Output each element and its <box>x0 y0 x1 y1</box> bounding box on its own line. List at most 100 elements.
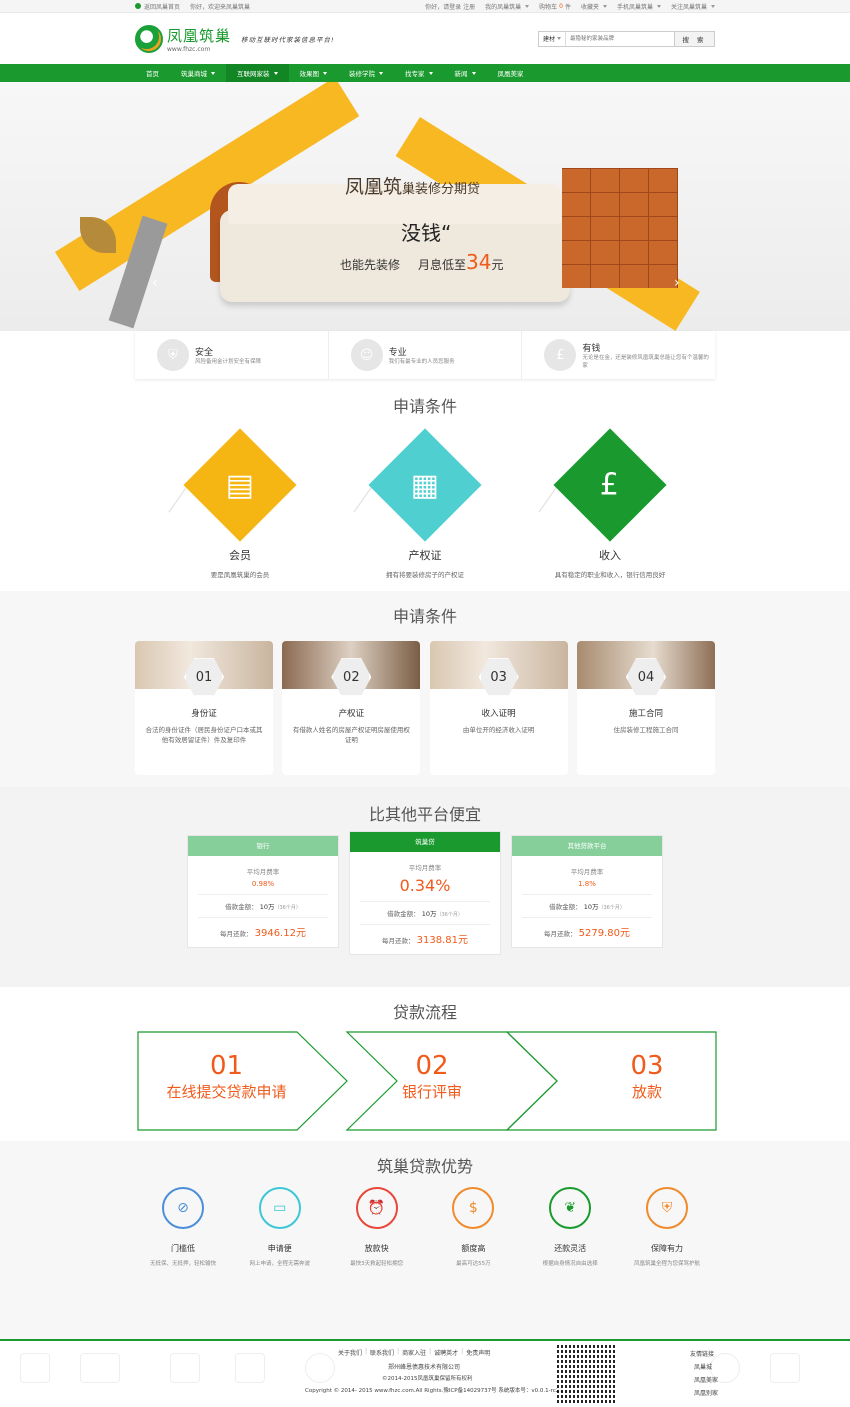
search-input[interactable] <box>566 31 674 46</box>
process-step-1: 01 在线提交贷款申请 <box>166 1051 287 1101</box>
condition-card: £ 收入 具有稳定的职业和收入，银行信用良好 <box>535 428 685 579</box>
footer-link[interactable]: 联系我们 <box>370 1348 394 1357</box>
copyright: ©2014-2015凤凰筑巢保留所有权利 <box>382 1376 473 1382</box>
condition-desc: 具有稳定的职业和收入，银行信用良好 <box>554 571 666 579</box>
document-icon: ▦ <box>410 467 440 503</box>
section-title: 筑巢贷款优势 <box>376 1157 473 1176</box>
document-card: 03 收入证明 由单位开的经济收入证明 <box>429 641 568 775</box>
feature-item: £ 有钱 无论是在金，还是装修风凰筑巢总能让您有个温馨的家 <box>522 331 715 379</box>
advantage-title: 门槛低 <box>171 1244 195 1253</box>
icp-info: Copyright © 2014- 2015 www.fhzc.com.All … <box>305 1388 563 1394</box>
money-bag-icon: £ <box>600 467 620 503</box>
condition-title: 产权证 <box>408 549 442 562</box>
feature-desc: 无论是在金，还是装修风凰筑巢总能让您有个温馨的家 <box>582 354 709 369</box>
main-nav: 首页 筑巢商城 互联网家装 效果图 装修学院 找专家 新闻 凤凰美家 <box>0 64 850 82</box>
monthly-repay: 每月还款： 5279.80元 <box>522 917 652 939</box>
mobile-link[interactable]: 手机凤巢筑巢 <box>617 2 661 11</box>
separator: | <box>429 1348 432 1355</box>
advantage-item: ⊘ 门槛低 无抵保、无抵押，轻松输快 <box>135 1187 231 1267</box>
nav-item[interactable]: 筑巢商城 <box>170 64 226 82</box>
nav-item[interactable]: 新闻 <box>444 64 487 82</box>
lamp-icon <box>235 1353 265 1383</box>
next-slide-icon[interactable]: › <box>674 275 680 291</box>
loan-amount: 借款金额： 10万（36个月） <box>360 901 490 918</box>
site-logo[interactable]: 凤凰筑巢 www.fhzc.com <box>135 24 232 53</box>
nav-item[interactable]: 互联网家装 <box>226 64 289 82</box>
top-bar: 返回凤巢首页 你好，欢迎来凤巢筑巢 你好，请登录 注册 我的凤巢筑巢 购物车 0 件… <box>0 0 850 13</box>
chevron-down-icon <box>602 5 607 8</box>
tv-icon <box>170 1353 200 1383</box>
footer-link[interactable]: 免责声明 <box>466 1348 490 1357</box>
feature-desc: 我们有最专业的人员您服务 <box>388 358 455 365</box>
search-category-select[interactable]: 建材 <box>539 31 566 46</box>
money-bag-icon: £ <box>544 339 577 371</box>
advantage-desc: 无抵保、无抵押，轻松输快 <box>149 1261 216 1267</box>
nav-item[interactable]: 首页 <box>135 64 170 82</box>
rate-label: 平均月费率 <box>570 868 604 876</box>
document-card: 01 身份证 合法的身份证件（居民身份证户口本或其他有效居留证件）件及复印件 <box>135 641 273 775</box>
chevron-down-icon <box>211 71 215 75</box>
login-link[interactable]: 你好，请登录 注册 <box>425 2 475 11</box>
welcome-text: 你好，欢迎来凤巢筑巢 <box>190 4 251 11</box>
logo-url: www.fhzc.com <box>167 45 211 53</box>
advantage-title: 放款快 <box>364 1244 389 1253</box>
compare-card-title: 筑巢贷 <box>350 832 500 852</box>
prev-slide-icon[interactable]: ‹ <box>152 275 158 291</box>
cabinet-image <box>562 168 678 288</box>
condition-card: ▦ 产权证 拥有将要装修房子的产权证 <box>350 428 500 579</box>
advantage-item: ⛨ 保障有力 凤凰筑巢全程为您保驾护航 <box>619 1187 715 1267</box>
friend-link[interactable]: 凤巢城 <box>690 1361 718 1374</box>
separator: | <box>397 1348 400 1355</box>
section-title: 申请条件 <box>392 397 457 416</box>
banner-title: 凤凰筑巢装修分期贷 <box>345 176 481 198</box>
nav-item[interactable]: 效果图 <box>289 64 339 82</box>
loan-amount: 借款金额： 10万（36个月） <box>198 894 328 911</box>
shield-icon: ⛨ <box>157 339 189 371</box>
feature-desc: 风险备用金计划安全有保障 <box>195 358 262 365</box>
process-step-3: 03 放款 <box>630 1051 664 1101</box>
condition-diamond: ▤ <box>183 428 297 542</box>
search-button[interactable]: 搜 索 <box>674 31 714 46</box>
advantage-title: 还款灵活 <box>554 1244 587 1253</box>
tv-icon <box>770 1353 800 1383</box>
rate-value: 0.98% <box>251 880 275 888</box>
document-card: 02 产权证 有借款人姓名的房屋产权证明房屋使用权证明 <box>282 641 421 775</box>
advantage-item: $ 额度高 最高可达55万 <box>425 1187 521 1267</box>
process-steps: 01 在线提交贷款申请 02 银行评审 03 放款 <box>137 1031 717 1131</box>
advantage-title: 保障有力 <box>650 1244 683 1253</box>
condition-card: ▤ 会员 要是凤凰筑巢的会员 <box>165 428 315 579</box>
search-box: 建材 搜 索 <box>537 30 715 47</box>
document-card: 04 施工合同 住房装修工程施工合同 <box>576 641 715 775</box>
document-title: 收入证明 <box>481 709 516 719</box>
document-desc: 由单位开的经济收入证明 <box>462 726 535 734</box>
advantage-desc: 根据自身情况自由选择 <box>542 1261 598 1267</box>
chevron-down-icon <box>557 37 561 40</box>
favorites-link[interactable]: 收藏夹 <box>581 2 607 11</box>
my-account-link[interactable]: 我的凤巢筑巢 <box>485 2 530 11</box>
rate-value: 1.8% <box>578 880 596 888</box>
advantage-desc: 凤凰筑巢全程为您保驾护航 <box>633 1261 700 1267</box>
footer-link[interactable]: 诚聘英才 <box>434 1348 458 1357</box>
feature-title: 专业 <box>388 347 407 358</box>
cart-link[interactable]: 购物车 0 件 <box>539 2 571 11</box>
nav-item[interactable]: 装修学院 <box>338 64 394 82</box>
coins-icon: $ <box>452 1187 495 1229</box>
nav-item[interactable]: 找专家 <box>394 64 444 82</box>
logo-name: 凤凰筑巢 <box>167 26 232 45</box>
footer-link[interactable]: 商家入驻 <box>402 1348 426 1357</box>
member-card-icon: ▤ <box>225 467 255 503</box>
rate-value: 0.34% <box>399 876 451 895</box>
friend-link[interactable]: 凤凰美家 <box>690 1374 718 1387</box>
section-title: 申请条件 <box>392 607 457 626</box>
footer-link[interactable]: 关于我们 <box>338 1348 362 1357</box>
follow-link[interactable]: 关注凤巢筑巢 <box>671 2 715 11</box>
home-link[interactable]: 返回凤巢首页 <box>135 2 180 11</box>
compare-card: 筑巢贷 平均月费率 0.34% 借款金额： 10万（36个月） 每月还款： 31… <box>349 831 501 955</box>
advantages-section: 筑巢贷款优势 ⊘ 门槛低 无抵保、无抵押，轻松输快 ▭ 申请便 网上申请，全程无需… <box>0 1141 850 1339</box>
compare-card: 银行 平均月费率 0.98% 借款金额： 10万（36个月） 每月还款： 394… <box>187 835 339 948</box>
nav-item[interactable]: 凤凰美家 <box>487 64 535 82</box>
friend-link[interactable]: 凤凰别家 <box>690 1387 718 1400</box>
condition-title: 收入 <box>599 549 621 562</box>
chevron-down-icon <box>428 71 433 75</box>
chevron-down-icon <box>379 71 383 75</box>
